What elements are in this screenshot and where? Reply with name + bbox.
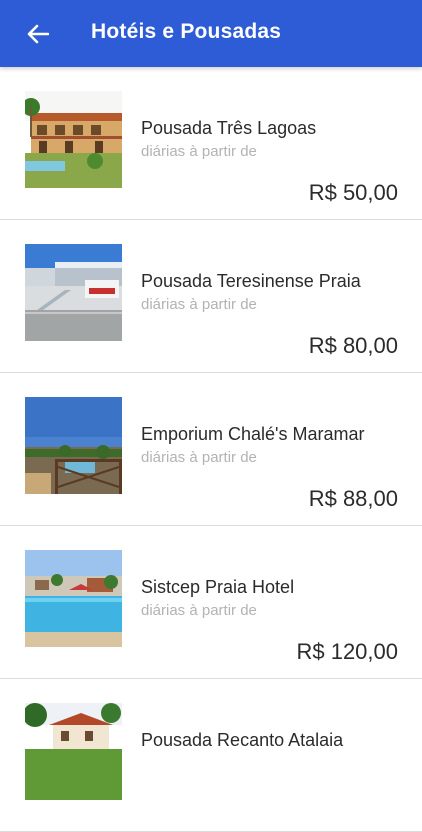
- hotel-name: Sistcep Praia Hotel: [141, 577, 295, 597]
- hotel-list-item[interactable]: Sistcep Praia Hotel diárias à partir de …: [0, 526, 422, 679]
- hotel-list: Pousada Três Lagoas diárias à partir de …: [0, 67, 422, 832]
- price-caption: diárias à partir de: [141, 296, 257, 313]
- page-title: Hotéis e Pousadas: [91, 20, 282, 43]
- hotel-list-item[interactable]: Pousada Três Lagoas diárias à partir de …: [0, 67, 422, 220]
- hotel-name: Pousada Três Lagoas: [141, 118, 317, 138]
- hotel-list-item[interactable]: Pousada Teresinense Praia diárias à part…: [0, 220, 422, 373]
- hotel-price: R$ 50,00: [308, 180, 398, 205]
- hotel-photo: [25, 91, 122, 188]
- price-caption: diárias à partir de: [141, 602, 257, 619]
- hotel-price: R$ 80,00: [308, 333, 398, 358]
- price-caption: diárias à partir de: [141, 143, 257, 160]
- app-bar: Hotéis e Pousadas: [0, 0, 422, 67]
- hotel-photo: [25, 703, 122, 800]
- hotel-name: Pousada Teresinense Praia: [141, 271, 361, 291]
- hotel-name: Pousada Recanto Atalaia: [141, 730, 344, 750]
- hotel-photo: [25, 550, 122, 647]
- back-button[interactable]: [22, 18, 54, 50]
- arrow-left-icon: [27, 24, 49, 44]
- hotel-name: Emporium Chalé's Maramar: [141, 424, 365, 444]
- hotel-photo: [25, 397, 122, 494]
- hotel-list-item[interactable]: Pousada Recanto Atalaia: [0, 679, 422, 832]
- hotel-price: R$ 88,00: [308, 486, 398, 511]
- hotel-photo: [25, 244, 122, 341]
- hotel-price: R$ 120,00: [296, 639, 398, 664]
- hotel-list-item[interactable]: Emporium Chalé's Maramar diárias à parti…: [0, 373, 422, 526]
- price-caption: diárias à partir de: [141, 449, 257, 466]
